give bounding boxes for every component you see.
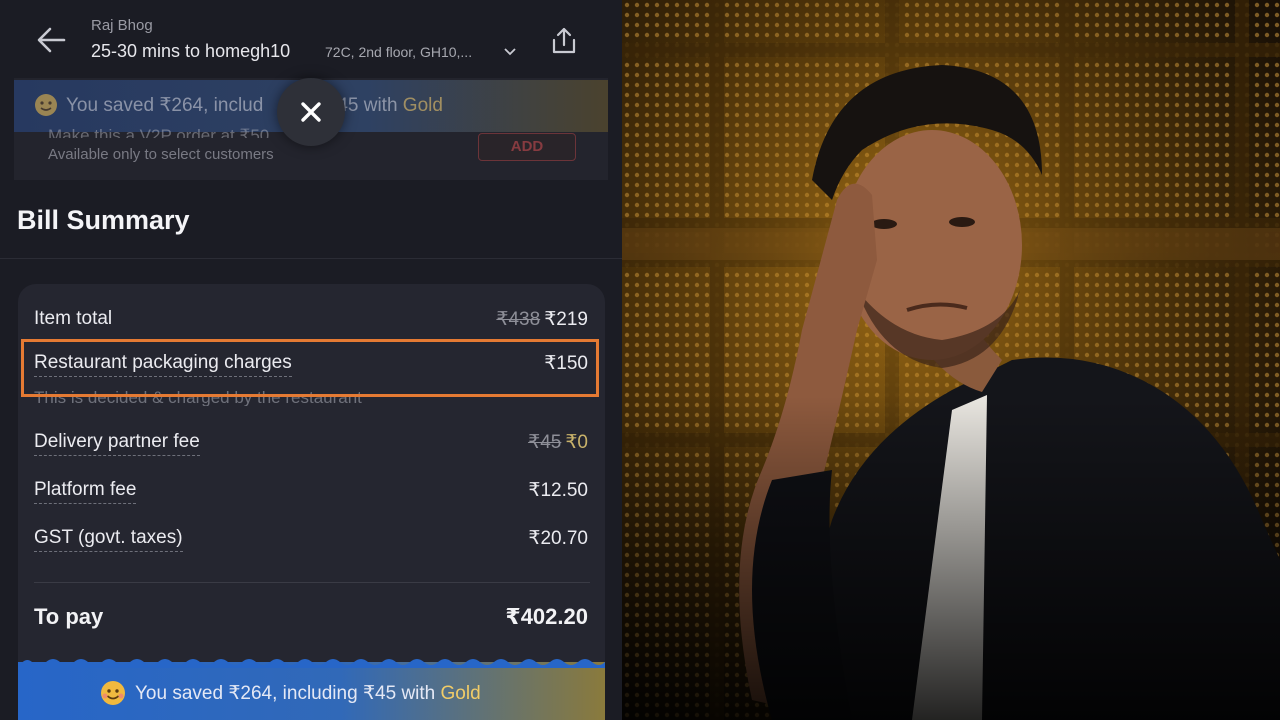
delivery-fee-original: ₹45	[528, 432, 562, 453]
photo-illustration	[622, 0, 1280, 720]
delivery-fee-label[interactable]: Delivery partner fee	[34, 431, 200, 456]
delivery-fee-amount: ₹0	[565, 432, 588, 453]
smiley-icon	[100, 680, 126, 706]
share-icon[interactable]	[549, 26, 579, 56]
highlight-box	[21, 339, 599, 397]
platform-fee-value: ₹12.50	[528, 480, 588, 501]
add-button[interactable]: ADD	[478, 133, 576, 161]
divider	[0, 258, 622, 259]
delivery-fee-value: ₹45 ₹0	[528, 431, 588, 454]
to-pay-value: ₹402.20	[505, 604, 588, 629]
restaurant-name: Raj Bhog	[91, 17, 153, 34]
offer-title: Make this a V2P order at ₹50	[48, 126, 270, 138]
gold-strip-text: You saved ₹264, includ 45 with Gold	[66, 94, 443, 117]
item-total-value: ₹438 ₹219	[496, 308, 588, 331]
back-arrow-icon[interactable]	[34, 24, 70, 56]
delivery-address[interactable]: 72C, 2nd floor, GH10,...	[325, 44, 472, 60]
item-total-original: ₹438	[496, 309, 541, 330]
total-divider	[34, 582, 590, 583]
bill-summary-title: Bill Summary	[17, 205, 190, 235]
gst-label[interactable]: GST (govt. taxes)	[34, 527, 183, 552]
gst-value: ₹20.70	[528, 528, 588, 549]
delivery-eta: 25-30 mins to homegh10	[91, 41, 291, 61]
header: Raj Bhog 25-30 mins to homegh10 72C, 2nd…	[0, 0, 622, 76]
item-total-amount: ₹219	[544, 309, 588, 330]
speaker-photo	[622, 0, 1280, 720]
smiley-icon	[34, 93, 58, 117]
gold-strip-prefix: You saved ₹264, includ	[66, 95, 264, 116]
banner-wave	[18, 659, 605, 668]
gold-strip-suffix: 45 with	[337, 95, 403, 116]
close-button[interactable]	[277, 78, 345, 146]
gold-label: Gold	[402, 95, 443, 116]
item-total-label: Item total	[34, 308, 113, 329]
close-icon	[301, 102, 321, 122]
bill-screen: Raj Bhog 25-30 mins to homegh10 72C, 2nd…	[0, 0, 622, 720]
offer-subtitle: Available only to select customers	[48, 146, 274, 163]
chevron-down-icon[interactable]	[503, 45, 517, 59]
gold-label: Gold	[440, 683, 481, 704]
savings-amount-text: You saved ₹264, including ₹45 with	[135, 683, 441, 704]
platform-fee-label[interactable]: Platform fee	[34, 479, 137, 504]
to-pay-label: To pay	[34, 604, 104, 629]
savings-text: You saved ₹264, including ₹45 with Gold	[135, 682, 481, 705]
